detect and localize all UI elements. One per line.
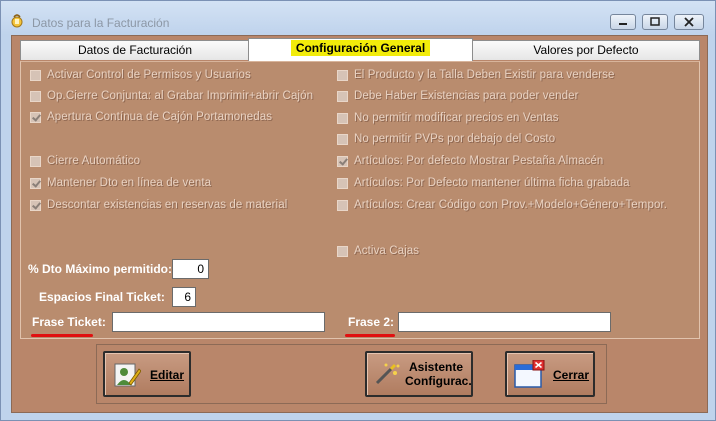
frase-ticket-label: Frase Ticket: [32, 315, 106, 329]
window-title: Datos para la Facturación [32, 16, 170, 30]
checkbox-label: El Producto y la Talla Deben Existir par… [354, 69, 615, 81]
checkbox-label: No permitir PVPs por debajo del Costo [354, 133, 556, 145]
dto-max-label: % Dto Máximo permitido: [28, 262, 173, 276]
checkbox-box[interactable] [337, 156, 348, 167]
checkbox-label: Apertura Contínua de Cajón Portamonedas [47, 111, 273, 123]
checkbox-label: No permitir modificar precios en Ventas [354, 112, 559, 124]
tab-strip: Datos de Facturación Valores por Defecto… [20, 38, 700, 61]
checkbox-box[interactable] [337, 134, 348, 145]
checkbox-box[interactable] [337, 91, 348, 102]
maximize-button[interactable] [642, 14, 668, 30]
edit-user-icon [114, 363, 141, 387]
checkbox-box[interactable] [30, 91, 41, 102]
checkbox-label: Debe Haber Existencias para poder vender [354, 90, 579, 102]
close-window-icon [514, 360, 545, 388]
checkbox-label: Descontar existencias en reservas de mat… [47, 199, 288, 211]
magic-wand-icon [375, 363, 400, 385]
minimize-button[interactable] [610, 14, 636, 30]
checkbox-box[interactable] [30, 178, 41, 189]
title-bar[interactable]: Datos para la Facturación [1, 1, 715, 35]
checkbox-box[interactable] [337, 70, 348, 81]
checkbox-label: Artículos: Crear Código con Prov.+Modelo… [354, 199, 668, 211]
tab-datos-facturacion[interactable]: Datos de Facturación [20, 40, 250, 60]
checkbox-label: Cierre Automático [47, 155, 141, 167]
checkbox-label: Artículos: Por Defecto mantener última f… [354, 177, 630, 189]
asistente-label-line1: Asistente [409, 360, 464, 374]
checkbox-box[interactable] [337, 246, 348, 257]
checkbox-box[interactable] [30, 70, 41, 81]
tab-configuracion-general[interactable]: Configuración General [248, 38, 473, 61]
asistente-label-line2: Configurac. [405, 374, 472, 388]
checkbox-box[interactable] [30, 156, 41, 167]
editar-label: Editar [150, 368, 185, 382]
asistente-button[interactable]: Asistente Configurac. [365, 351, 473, 397]
frase2-input[interactable] [398, 312, 611, 332]
app-icon [11, 14, 23, 28]
tab-valores-defecto[interactable]: Valores por Defecto [472, 40, 700, 60]
config-panel: Activar Control de Permisos y Usuarios O… [20, 61, 700, 339]
editar-button[interactable]: Editar [103, 351, 191, 397]
espacios-input[interactable]: 6 [172, 287, 196, 307]
checkbox-label: Activar Control de Permisos y Usuarios [47, 69, 251, 81]
checkbox-box[interactable] [337, 113, 348, 124]
tab-label: Configuración General [290, 40, 431, 56]
checkbox-box[interactable] [337, 178, 348, 189]
checkbox-label: Activa Cajas [354, 245, 420, 257]
frase-ticket-input[interactable] [112, 312, 325, 332]
cerrar-button[interactable]: Cerrar [505, 351, 595, 397]
close-window-button[interactable] [674, 14, 704, 30]
cerrar-label: Cerrar [553, 368, 590, 382]
checkbox-label: Mantener Dto en línea de venta [47, 177, 212, 189]
checkbox-box[interactable] [30, 112, 41, 123]
maximize-icon [650, 17, 660, 26]
tab-label: Datos de Facturación [77, 43, 193, 57]
frase2-label: Frase 2: [348, 315, 395, 329]
checkbox-label: Op.Cierre Conjunta: al Grabar Imprimir+a… [47, 90, 314, 102]
minimize-icon [619, 23, 627, 25]
checkbox-label: Artículos: Por defecto Mostrar Pestaña A… [354, 155, 604, 167]
app-window: Datos para la Facturación Datos de Factu… [0, 0, 716, 421]
tab-label: Valores por Defecto [533, 43, 639, 57]
frase2-underline [345, 334, 395, 337]
frase-ticket-underline [31, 334, 93, 337]
checkbox-box[interactable] [30, 200, 41, 211]
dto-max-input[interactable]: 0 [172, 259, 209, 279]
espacios-label: Espacios Final Ticket: [39, 290, 165, 304]
checkbox-box[interactable] [337, 200, 348, 211]
close-icon [684, 17, 694, 27]
